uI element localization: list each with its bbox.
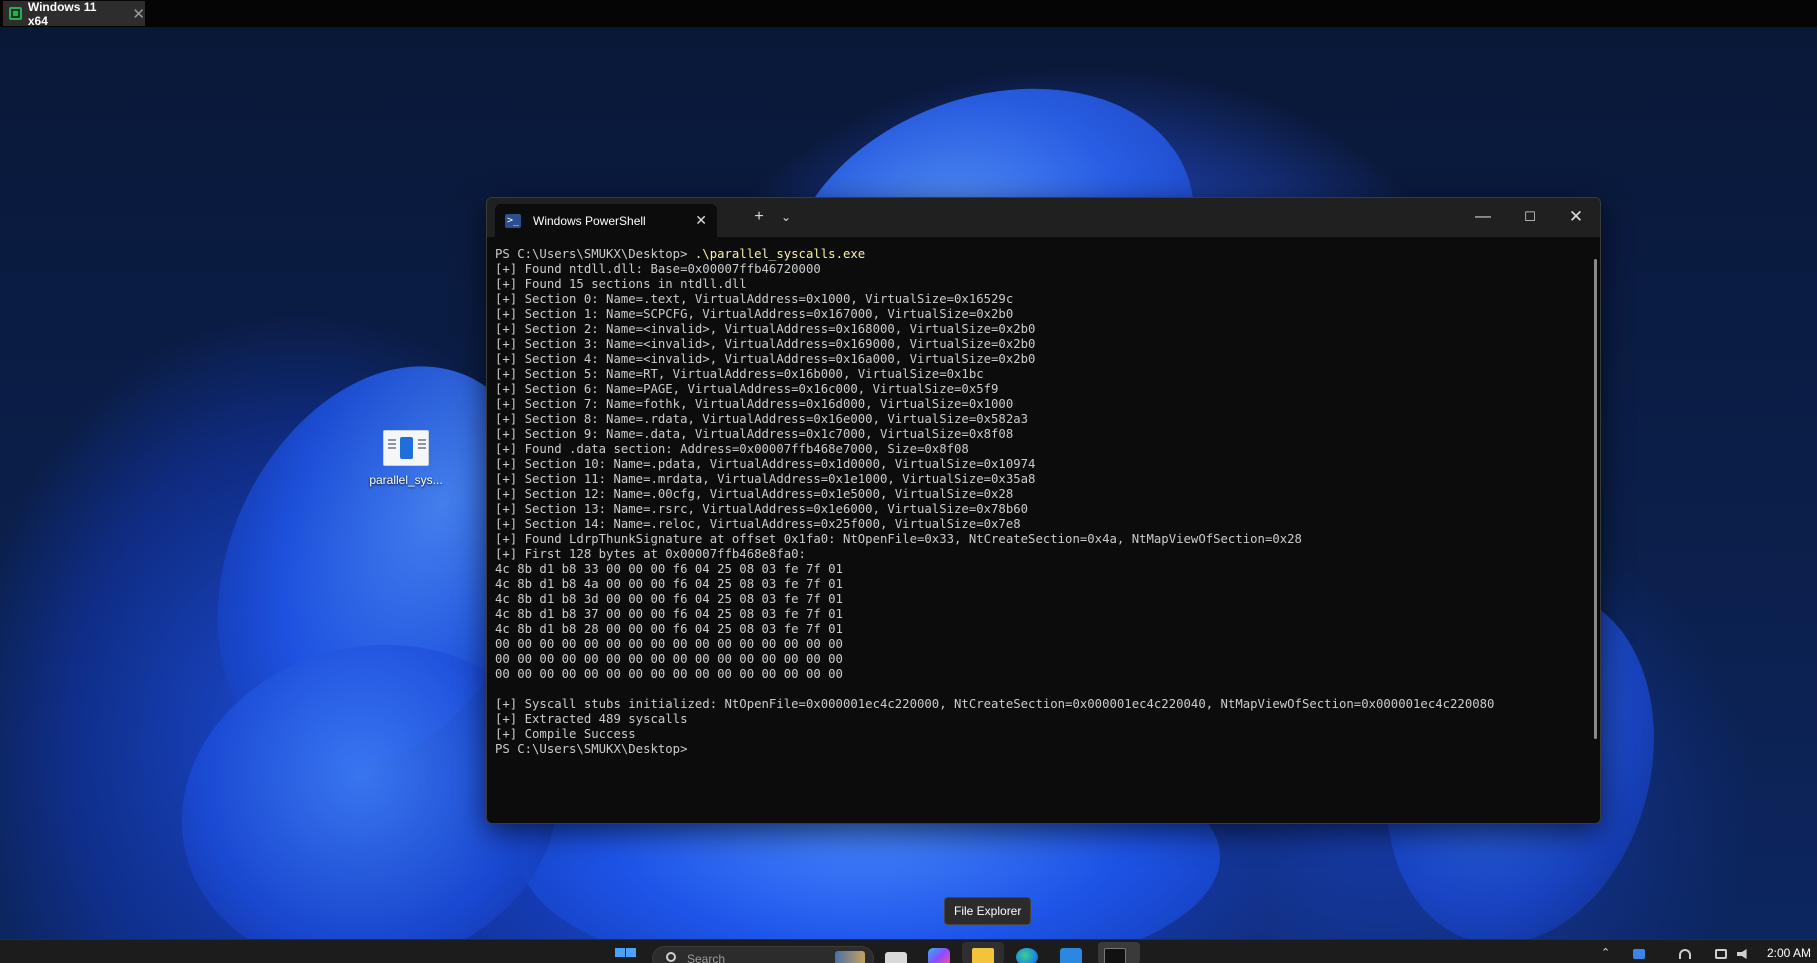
taskbar-search[interactable]: Search: [652, 946, 874, 963]
powershell-window[interactable]: >_ Windows PowerShell ✕ + ⌄ — ☐ ✕ PS C:\…: [486, 197, 1601, 824]
maximize-icon[interactable]: ☐: [1517, 207, 1543, 227]
tab-windows-powershell[interactable]: >_ Windows PowerShell ✕: [495, 204, 717, 237]
console-line: [+] Section 13: Name=.rsrc, VirtualAddre…: [495, 502, 1029, 516]
search-icon: [666, 952, 676, 962]
console-line: [+] Section 8: Name=.rdata, VirtualAddre…: [495, 412, 1029, 426]
console-line: [+] First 128 bytes at 0x00007ffb468e8fa…: [495, 547, 806, 561]
console-line: 4c 8b d1 b8 3d 00 00 00 f6 04 25 08 03 f…: [495, 592, 843, 606]
console-line: [+] Section 5: Name=RT, VirtualAddress=0…: [495, 367, 984, 381]
search-highlight-icon: [835, 951, 865, 963]
console-line: [+] Section 14: Name=.reloc, VirtualAddr…: [495, 517, 1021, 531]
system-tray: ⌃ 2:00 AM: [1587, 940, 1817, 963]
console-line: 00 00 00 00 00 00 00 00 00 00 00 00 00 0…: [495, 667, 843, 681]
console-line: [+] Section 11: Name=.mrdata, VirtualAdd…: [495, 472, 1036, 486]
console-line: PS C:\Users\SMUKX\Desktop>: [495, 742, 688, 756]
vm-icon: [9, 7, 22, 20]
network-icon[interactable]: [1715, 949, 1727, 959]
console-line: [+] Section 10: Name=.pdata, VirtualAddr…: [495, 457, 1036, 471]
console-line: 00 00 00 00 00 00 00 00 00 00 00 00 00 0…: [495, 637, 843, 651]
desktop-icon-label: parallel_sys...: [369, 473, 443, 487]
console-line: 4c 8b d1 b8 4a 00 00 00 f6 04 25 08 03 f…: [495, 577, 843, 591]
chevron-down-icon[interactable]: ⌄: [776, 207, 796, 227]
file-explorer-tooltip: File Explorer: [944, 897, 1032, 925]
windows-start-icon[interactable]: [615, 948, 637, 963]
console-line: [+] Section 1: Name=SCPCFG, VirtualAddre…: [495, 307, 1014, 321]
console-line: [+] Compile Success: [495, 727, 636, 741]
console-line: 4c 8b d1 b8 37 00 00 00 f6 04 25 08 03 f…: [495, 607, 843, 621]
console-command: .\parallel_syscalls.exe: [687, 247, 866, 261]
volume-icon[interactable]: [1737, 949, 1747, 959]
console-line: [+] Found 15 sections in ntdll.dll: [495, 277, 747, 291]
console-line: [+] Found LdrpThunkSignature at offset 0…: [495, 532, 1302, 546]
tab-close-icon[interactable]: ✕: [695, 212, 707, 229]
console-line: [+] Section 4: Name=<invalid>, VirtualAd…: [495, 352, 1036, 366]
wifi-icon[interactable]: [1679, 949, 1691, 959]
clock[interactable]: 2:00 AM: [1767, 946, 1811, 960]
powershell-icon: >_: [505, 213, 521, 228]
new-tab-icon[interactable]: +: [749, 207, 769, 227]
vm-tab-title: Windows 11 x64: [27, 0, 97, 28]
console-line: [+] Syscall stubs initialized: NtOpenFil…: [495, 697, 1495, 711]
minimize-icon[interactable]: —: [1470, 207, 1496, 227]
console-line: [+] Section 6: Name=PAGE, VirtualAddress…: [495, 382, 999, 396]
console-line: [+] Section 12: Name=.00cfg, VirtualAddr…: [495, 487, 1014, 501]
console-line: [+] Extracted 489 syscalls: [495, 712, 688, 726]
console-lines: [+] Found ntdll.dll: Base=0x00007ffb4672…: [495, 262, 1590, 757]
console-line: [+] Section 7: Name=fothk, VirtualAddres…: [495, 397, 1014, 411]
window-title-bar[interactable]: >_ Windows PowerShell ✕ + ⌄ — ☐ ✕: [487, 198, 1600, 237]
close-icon[interactable]: ✕: [1563, 207, 1589, 227]
console-line: 4c 8b d1 b8 33 00 00 00 f6 04 25 08 03 f…: [495, 562, 843, 576]
vm-title-bar: Windows 11 x64 ✕: [0, 0, 1817, 28]
scrollbar[interactable]: [1594, 259, 1597, 739]
search-placeholder: Search: [687, 952, 726, 963]
vm-tab-close-icon[interactable]: ✕: [132, 5, 145, 23]
task-view-icon[interactable]: [885, 952, 907, 963]
console-line: [+] Section 3: Name=<invalid>, VirtualAd…: [495, 337, 1036, 351]
executable-file-icon: [383, 430, 429, 466]
copilot-icon[interactable]: [928, 948, 950, 963]
console-command-line: PS C:\Users\SMUKX\Desktop> .\parallel_sy…: [495, 247, 1590, 262]
console-line: [+] Section 9: Name=.data, VirtualAddres…: [495, 427, 1014, 441]
microsoft-store-icon[interactable]: [1060, 948, 1082, 963]
taskbar: Search ⌃ 2:00 AM: [0, 939, 1817, 963]
file-explorer-icon[interactable]: [972, 948, 994, 963]
console-line: [+] Section 2: Name=<invalid>, VirtualAd…: [495, 322, 1036, 336]
tab-title: Windows PowerShell: [533, 213, 646, 228]
vm-tab[interactable]: Windows 11 x64 ✕: [3, 0, 145, 28]
console-output[interactable]: PS C:\Users\SMUKX\Desktop> .\parallel_sy…: [495, 247, 1590, 815]
console-line: [+] Section 0: Name=.text, VirtualAddres…: [495, 292, 1014, 306]
console-line: 4c 8b d1 b8 28 00 00 00 f6 04 25 08 03 f…: [495, 622, 843, 636]
terminal-icon[interactable]: [1104, 948, 1126, 963]
console-line: [+] Found ntdll.dll: Base=0x00007ffb4672…: [495, 262, 821, 276]
console-line: 00 00 00 00 00 00 00 00 00 00 00 00 00 0…: [495, 652, 843, 666]
console-prompt: PS C:\Users\SMUKX\Desktop>: [495, 247, 688, 261]
console-line: [+] Found .data section: Address=0x00007…: [495, 442, 969, 456]
defender-icon[interactable]: [1633, 949, 1645, 959]
edge-icon[interactable]: [1016, 948, 1038, 963]
desktop-icon-parallel-syscalls[interactable]: parallel_sys...: [364, 430, 448, 487]
chevron-up-icon[interactable]: ⌃: [1601, 946, 1613, 959]
